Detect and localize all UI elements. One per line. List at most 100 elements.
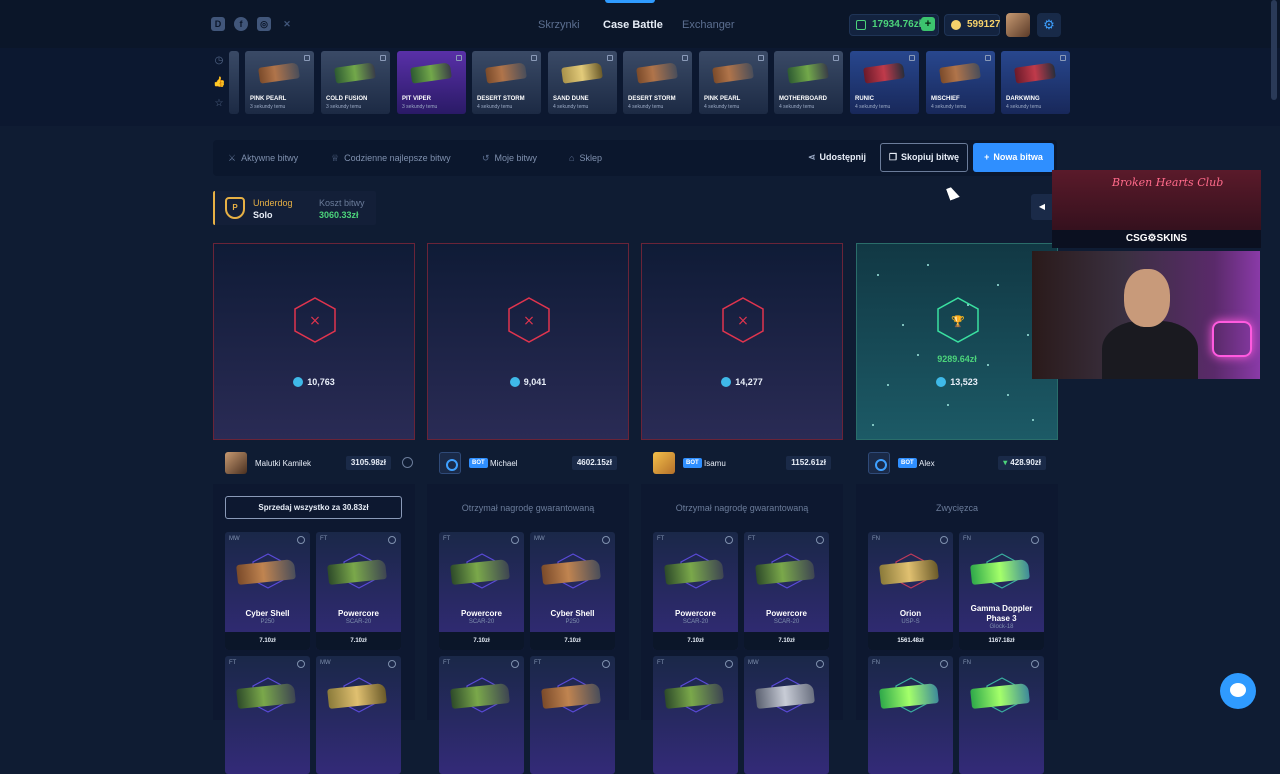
player-row: BOT Michael 4602.15zł (427, 449, 629, 477)
thumb-up-icon[interactable]: 👍 (213, 77, 225, 89)
item-info-icon[interactable] (816, 536, 824, 544)
share-button[interactable]: ⋖ Udostępnij (808, 152, 866, 163)
clock-icon[interactable]: ◷ (213, 55, 225, 67)
player-avatar[interactable] (225, 452, 247, 474)
item-info-icon[interactable] (602, 660, 610, 668)
drop-corner-icon (985, 55, 991, 61)
item-card[interactable]: MW (316, 656, 401, 774)
settings-button[interactable]: ⚙ (1037, 13, 1061, 37)
user-avatar[interactable] (1006, 13, 1030, 37)
drop-card[interactable]: DESERT STORM 4 sekundy temu (623, 51, 692, 114)
item-card[interactable]: MW Cyber Shell P250 7.10zł (225, 532, 310, 650)
underdog-shield-icon: P (225, 197, 245, 219)
weapon-image (970, 559, 1030, 585)
item-info-icon[interactable] (940, 660, 948, 668)
copy-battle-button[interactable]: ❐ Skopiuj bitwę (880, 143, 968, 172)
player-arena: × 10,763 (213, 243, 415, 440)
share-label: Udostępnij (819, 152, 867, 162)
item-info-icon[interactable] (511, 536, 519, 544)
player-arena: × 14,277 (641, 243, 843, 440)
item-card[interactable]: FN (868, 656, 953, 774)
item-card[interactable]: FN Gamma Doppler Phase 3 Glock-18 1167.18zł (959, 532, 1044, 650)
player-avatar[interactable] (868, 452, 890, 474)
sparkle (947, 404, 949, 406)
weapon-image (712, 62, 754, 84)
tab-daily-best[interactable]: ♕ Codzienne najlepsze bitwy (331, 153, 451, 164)
emoji-icon[interactable] (402, 457, 413, 468)
deposit-button[interactable]: + (921, 17, 935, 31)
drop-card-partial[interactable] (229, 51, 239, 114)
tab-shop[interactable]: ⌂ Sklep (569, 153, 602, 163)
discord-icon[interactable]: D (211, 17, 225, 31)
item-card[interactable]: FT (225, 656, 310, 774)
item-info-icon[interactable] (1031, 536, 1039, 544)
sparkle (997, 284, 999, 286)
item-card[interactable]: MW Cyber Shell P250 7.10zł (530, 532, 615, 650)
item-card[interactable]: FT Powercore SCAR-20 7.10zł (439, 532, 524, 650)
page-scrollbar[interactable] (1271, 0, 1277, 100)
drop-card[interactable]: DARKWING 4 sekundy temu (1001, 51, 1070, 114)
item-card[interactable]: MW (744, 656, 829, 774)
nav-exchanger[interactable]: Exchanger (682, 19, 735, 31)
coin-balance[interactable]: 599127 (944, 14, 1000, 36)
drop-card[interactable]: PINK PEARL 3 sekundy temu (245, 51, 314, 114)
tab-my-battles[interactable]: ↺ Moje bitwy (482, 153, 537, 164)
coin-icon (509, 377, 520, 387)
drop-card[interactable]: DESERT STORM 4 sekundy temu (472, 51, 541, 114)
player-avatar[interactable] (439, 452, 461, 474)
item-price: 7.10zł (744, 632, 829, 650)
sell-all-button[interactable]: Sprzedaj wszystko za 30.83zł (225, 496, 402, 519)
player-row: Malutki Kamilek 3105.98zł (213, 449, 415, 477)
item-info-icon[interactable] (940, 536, 948, 544)
tab-active-battles[interactable]: ⚔ Aktywne bitwy (228, 153, 298, 164)
player-row: BOT Isamu 1152.61zł (641, 449, 843, 477)
winner-hex-icon: 🏆 (937, 297, 979, 343)
item-card[interactable]: FT (439, 656, 524, 774)
drop-card[interactable]: MISCHIEF 4 sekundy temu (926, 51, 995, 114)
drop-card[interactable]: SAND DUNE 4 sekundy temu (548, 51, 617, 114)
item-info-icon[interactable] (725, 536, 733, 544)
drop-card[interactable]: RUNIC 4 sekundy temu (850, 51, 919, 114)
star-icon[interactable]: ☆ (213, 98, 225, 110)
item-card[interactable]: FT Powercore SCAR-20 7.10zł (744, 532, 829, 650)
item-info-icon[interactable] (1031, 660, 1039, 668)
drop-card[interactable]: PINK PEARL 4 sekundy temu (699, 51, 768, 114)
facebook-icon[interactable]: f (234, 17, 248, 31)
item-info-icon[interactable] (816, 660, 824, 668)
item-card[interactable]: FT Powercore SCAR-20 7.10zł (316, 532, 401, 650)
item-info-icon[interactable] (297, 660, 305, 668)
item-info-icon[interactable] (511, 660, 519, 668)
battle-info: P Underdog Solo Koszt bitwy 3060.33zł (213, 191, 376, 225)
item-info-icon[interactable] (297, 536, 305, 544)
item-name: Cyber Shell (550, 609, 595, 618)
item-info-icon[interactable] (388, 536, 396, 544)
item-card[interactable]: FT Powercore SCAR-20 7.10zł (653, 532, 738, 650)
item-condition: FT (320, 536, 328, 542)
item-card[interactable]: FT (653, 656, 738, 774)
item-info-icon[interactable] (602, 536, 610, 544)
weapon-image (755, 559, 815, 585)
collapse-button[interactable]: ◀ (1031, 194, 1053, 220)
chat-support-button[interactable] (1220, 673, 1256, 709)
item-info-icon[interactable] (388, 660, 396, 668)
drop-card[interactable]: COLD FUSION 3 sekundy temu (321, 51, 390, 114)
drop-corner-icon (758, 55, 764, 61)
item-weapon: P250 (260, 619, 275, 625)
instagram-icon[interactable]: ◎ (257, 17, 271, 31)
column-status: Otrzymał nagrodę gwarantowaną (461, 503, 595, 513)
tab-label: Aktywne bitwy (241, 153, 299, 163)
item-card[interactable]: FN (959, 656, 1044, 774)
item-card[interactable]: FT (530, 656, 615, 774)
drop-card[interactable]: MOTHERBOARD 4 sekundy temu (774, 51, 843, 114)
drop-name: DESERT STORM (477, 96, 525, 102)
nav-case-battle[interactable]: Case Battle (603, 19, 663, 31)
drop-card[interactable]: PIT VIPER 3 sekundy temu (397, 51, 466, 114)
nav-skrzynki[interactable]: Skrzynki (538, 19, 580, 31)
arena-value-text: 14,277 (735, 377, 763, 387)
x-icon[interactable]: ✕ (280, 17, 294, 31)
item-card[interactable]: FN Orion USP-S 1561.48zł (868, 532, 953, 650)
tab-label: Moje bitwy (494, 153, 538, 163)
player-avatar[interactable] (653, 452, 675, 474)
item-info-icon[interactable] (725, 660, 733, 668)
new-battle-button[interactable]: + Nowa bitwa (973, 143, 1054, 172)
